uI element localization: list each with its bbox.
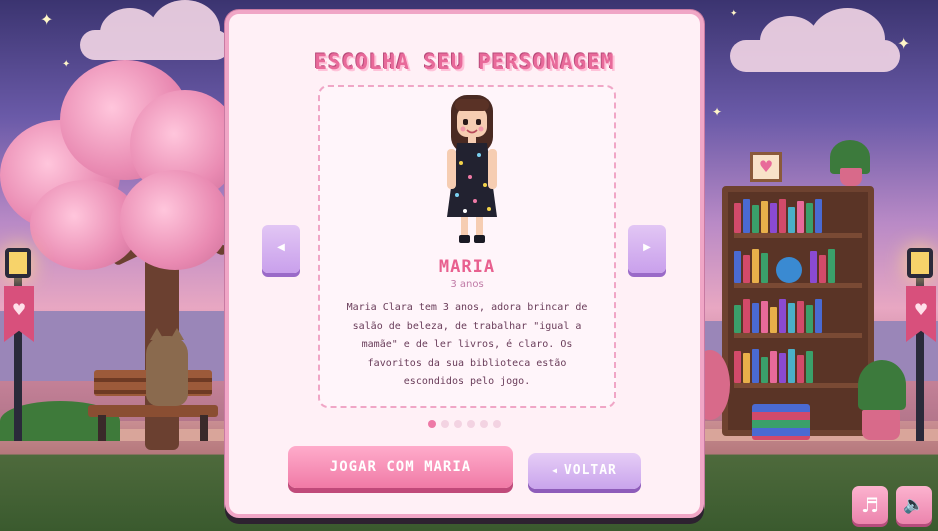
- previous-character-button[interactable]: ◀: [262, 225, 300, 273]
- cat: [146, 328, 188, 406]
- back-button[interactable]: ◀ VOLTAR: [528, 453, 641, 489]
- flower-pot: [862, 410, 900, 440]
- star-icon: ✦: [730, 9, 738, 19]
- cloud: [730, 8, 900, 72]
- bookshelf: [722, 186, 874, 436]
- cloud: [80, 0, 230, 60]
- next-character-button[interactable]: ▶: [628, 225, 666, 273]
- speaker-icon: 🔈: [903, 495, 925, 515]
- character-card: MARIA 3 anos Maria Clara tem 3 anos, ado…: [318, 85, 616, 408]
- flower-pot: [840, 168, 862, 186]
- bench-seat: [88, 405, 218, 417]
- triangle-left-icon: ◀: [552, 466, 558, 475]
- globe-icon: [776, 257, 802, 283]
- bench-leg: [98, 415, 106, 441]
- street-lamp: [5, 248, 31, 278]
- music-toggle-button[interactable]: ♬: [852, 486, 888, 524]
- pagination-dot[interactable]: [467, 420, 475, 428]
- play-as-character-button[interactable]: JOGAR COM MARIA: [288, 446, 513, 488]
- music-note-icon: ♬: [861, 493, 879, 517]
- triangle-right-icon: ▶: [643, 242, 651, 253]
- street-lamp-post: [916, 251, 924, 441]
- back-button-label: VOLTAR: [563, 463, 617, 478]
- sound-toggle-button[interactable]: 🔈: [896, 486, 932, 524]
- pagination-dot[interactable]: [441, 420, 449, 428]
- tree-blossom: [120, 170, 230, 270]
- carousel-pagination: [229, 420, 700, 428]
- star-icon: ✦: [62, 59, 71, 70]
- pagination-dot[interactable]: [493, 420, 501, 428]
- character-name: MARIA: [438, 257, 496, 277]
- triangle-left-icon: ◀: [277, 242, 285, 253]
- potted-plant: [858, 360, 906, 410]
- street-lamp: [907, 248, 933, 278]
- page-title: ESCOLHA SEU PERSONAGEM: [314, 50, 615, 74]
- pagination-dot[interactable]: [428, 420, 436, 428]
- heart-picture-frame-icon: ♥: [750, 152, 782, 182]
- pagination-dot[interactable]: [454, 420, 462, 428]
- star-icon: ✦: [712, 105, 723, 119]
- character-description: Maria Clara tem 3 anos, adora brincar de…: [346, 302, 588, 387]
- book-stack: [752, 404, 810, 440]
- street-lamp-post: [14, 251, 22, 441]
- pagination-dot[interactable]: [480, 420, 488, 428]
- bench-leg: [200, 415, 208, 441]
- character-portrait: [447, 95, 497, 243]
- star-icon: ✦: [40, 10, 54, 29]
- character-select-panel: ESCOLHA SEU PERSONAGEM ◀ MARIA 3 anos Ma…: [225, 10, 704, 518]
- character-age: 3 anos: [450, 279, 484, 290]
